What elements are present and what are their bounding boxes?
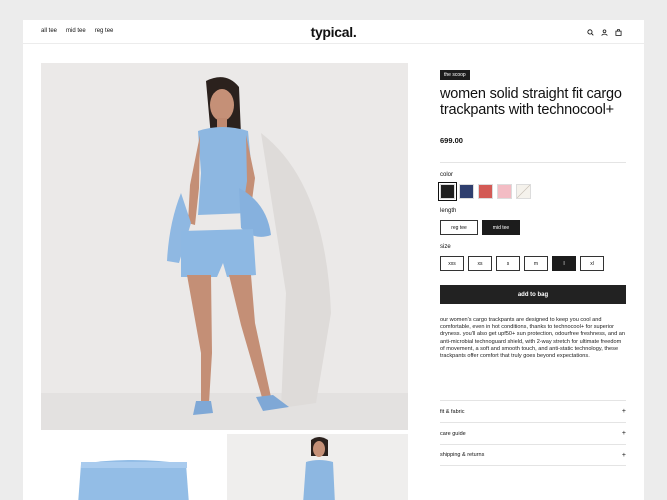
- divider: [440, 162, 626, 163]
- color-swatch-navy[interactable]: [459, 184, 474, 199]
- add-to-bag-button[interactable]: add to bag: [440, 285, 626, 304]
- product-thumbnail[interactable]: [227, 434, 408, 500]
- plus-icon: +: [621, 430, 626, 437]
- color-swatch-cream[interactable]: [516, 184, 531, 199]
- accordion-label: fit & fabric: [440, 408, 465, 415]
- product-main-image[interactable]: [41, 63, 408, 430]
- plus-icon: +: [621, 451, 626, 459]
- size-options: xxs xs s m l xl: [440, 256, 626, 271]
- color-label: color: [440, 172, 454, 178]
- color-swatch-black[interactable]: [438, 182, 457, 201]
- accordion-label: shipping & returns: [440, 452, 485, 458]
- product-thumbnail[interactable]: [41, 434, 224, 500]
- length-option-mid-tee[interactable]: mid tee: [482, 220, 520, 235]
- accordion-label: care guide: [440, 430, 466, 437]
- product-price: 699.00: [440, 136, 463, 145]
- color-swatch-red[interactable]: [478, 184, 493, 199]
- size-label: size: [440, 244, 451, 250]
- accordion-shipping-returns[interactable]: shipping & returns +: [440, 444, 626, 466]
- product-details: the scoop women solid straight fit cargo…: [438, 63, 626, 360]
- length-option-reg-tee[interactable]: reg tee: [440, 220, 478, 235]
- size-option-xs[interactable]: xs: [468, 256, 492, 271]
- size-option-xxs[interactable]: xxs: [440, 256, 464, 271]
- product-description: our women's cargo trackpants are designe…: [440, 317, 626, 360]
- length-label: length: [440, 208, 457, 214]
- size-option-xl[interactable]: xl: [580, 256, 604, 271]
- header-icons: [587, 29, 622, 36]
- product-badge: the scoop: [440, 70, 470, 80]
- search-icon[interactable]: [587, 29, 594, 36]
- brand-logo[interactable]: typical.: [23, 24, 644, 40]
- color-swatch-pink[interactable]: [497, 184, 512, 199]
- size-option-m[interactable]: m: [524, 256, 548, 271]
- size-option-s[interactable]: s: [496, 256, 520, 271]
- size-option-l[interactable]: l: [552, 256, 576, 271]
- color-swatches: [438, 182, 626, 201]
- plus-icon: +: [621, 408, 626, 415]
- unavailable-slash-icon: [517, 185, 530, 198]
- product-page: all tee mid tee reg tee typical. the sco…: [23, 20, 644, 500]
- accordion-fit-fabric[interactable]: fit & fabric +: [440, 400, 626, 422]
- top-header: all tee mid tee reg tee typical.: [23, 20, 644, 44]
- accordion-care-guide[interactable]: care guide +: [440, 422, 626, 444]
- bag-icon[interactable]: [615, 29, 622, 36]
- length-options: reg tee mid tee: [440, 220, 626, 235]
- product-title: women solid straight fit cargo trackpant…: [440, 86, 622, 118]
- user-icon[interactable]: [601, 29, 608, 36]
